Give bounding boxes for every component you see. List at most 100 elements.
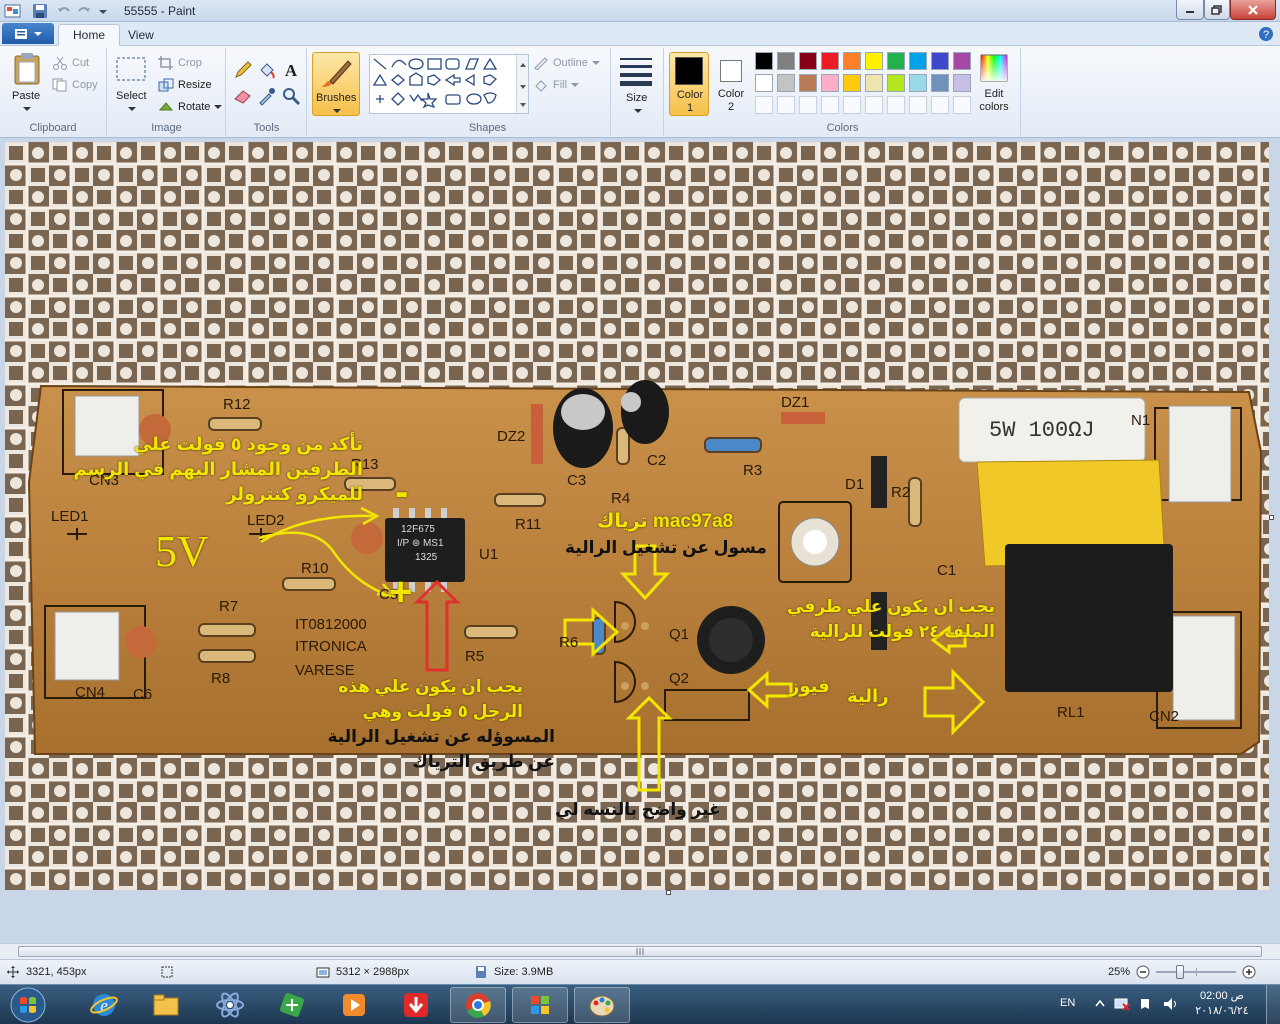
brushes-button[interactable]: Brushes — [312, 52, 360, 116]
palette-swatch[interactable] — [755, 52, 773, 70]
taskbar-app-8[interactable] — [512, 987, 568, 1023]
palette-swatch[interactable] — [843, 74, 861, 92]
custom-color-slot[interactable] — [909, 96, 927, 114]
redo-icon[interactable] — [76, 3, 92, 19]
canvas-resize-handle-right[interactable] — [1269, 515, 1274, 520]
file-size: Size: 3.9MB — [474, 965, 553, 979]
zoom-slider-thumb[interactable] — [1176, 965, 1185, 979]
custom-color-slot[interactable] — [755, 96, 773, 114]
resize-button[interactable]: Resize — [158, 78, 212, 92]
save-icon[interactable] — [32, 3, 48, 19]
shapes-gallery-scroll[interactable] — [516, 55, 528, 113]
tray-expand-icon[interactable] — [1094, 997, 1106, 1014]
volume-icon[interactable] — [1162, 997, 1180, 1014]
custom-color-slot[interactable] — [821, 96, 839, 114]
crop-button[interactable]: Crop — [158, 56, 202, 70]
image-group: Select Crop Resize Rotate Image — [108, 48, 226, 136]
undo-icon[interactable] — [56, 3, 72, 19]
zoom-in-icon[interactable] — [1242, 965, 1256, 979]
custom-color-slot[interactable] — [777, 96, 795, 114]
palette-swatch[interactable] — [931, 74, 949, 92]
taskbar-internet-explorer[interactable]: e — [76, 987, 132, 1023]
action-center-icon[interactable] — [1138, 997, 1154, 1014]
fill-tool-button[interactable] — [257, 60, 277, 83]
color1-button[interactable]: Color 1 — [669, 52, 709, 116]
clock-time: 02:00 ص — [1200, 990, 1244, 1002]
copy-button[interactable]: Copy — [52, 78, 98, 92]
color2-button[interactable]: Color 2 — [713, 52, 751, 116]
palette-swatch[interactable] — [909, 74, 927, 92]
palette-swatch[interactable] — [821, 74, 839, 92]
palette-swatch[interactable] — [953, 74, 971, 92]
scroll-thumb[interactable] — [18, 946, 1262, 957]
text-tool-button[interactable]: A — [281, 60, 301, 83]
drawing-canvas[interactable]: R12 CN3 R13 LED1 LED2 R10 C5 U1 R11 DZ2 … — [5, 142, 1269, 890]
palette-swatch[interactable] — [931, 52, 949, 70]
palette-swatch[interactable] — [865, 74, 883, 92]
paint-app-icon[interactable] — [4, 3, 21, 19]
custom-color-slot[interactable] — [953, 96, 971, 114]
palette-swatch[interactable] — [777, 74, 795, 92]
power-resistor-marking: 5W 100ΩJ — [989, 418, 1095, 443]
taskbar-app-4[interactable] — [264, 987, 320, 1023]
select-rectangle-icon — [116, 57, 146, 81]
palette-swatch[interactable] — [865, 52, 883, 70]
help-icon[interactable]: ? — [1258, 26, 1274, 45]
tab-view[interactable]: View — [114, 24, 168, 46]
rotate-button[interactable]: Rotate — [158, 100, 223, 114]
restore-button[interactable] — [1204, 0, 1230, 20]
palette-swatch[interactable] — [799, 74, 817, 92]
taskbar-downloader[interactable] — [388, 987, 444, 1023]
magnifier-tool-button[interactable] — [281, 86, 301, 109]
custom-color-slot[interactable] — [865, 96, 883, 114]
paste-icon — [14, 53, 40, 85]
shapes-gallery[interactable] — [369, 54, 529, 114]
palette-swatch[interactable] — [909, 52, 927, 70]
custom-color-slot[interactable] — [799, 96, 817, 114]
minimize-button[interactable] — [1176, 0, 1204, 20]
pencil-tool-button[interactable] — [233, 60, 253, 83]
taskbar-file-explorer[interactable] — [138, 987, 194, 1023]
pcb-label-cn4: CN4 — [75, 684, 106, 701]
input-language[interactable]: EN — [1060, 997, 1075, 1009]
taskbar-media-player[interactable] — [326, 987, 382, 1023]
palette-swatch[interactable] — [799, 52, 817, 70]
tab-home[interactable]: Home — [58, 24, 121, 46]
palette-swatch[interactable] — [843, 52, 861, 70]
size-button[interactable]: Size — [618, 54, 658, 116]
palette-swatch[interactable] — [821, 52, 839, 70]
color-wheel-icon — [980, 54, 1008, 82]
select-button[interactable]: Select — [114, 54, 150, 111]
restore-icon — [1211, 4, 1222, 15]
palette-swatch[interactable] — [887, 74, 905, 92]
taskbar-paint[interactable] — [574, 987, 630, 1023]
fill-button[interactable]: Fill — [533, 78, 580, 92]
zoom-slider[interactable] — [1156, 965, 1237, 979]
start-button[interactable] — [4, 985, 52, 1024]
cut-button[interactable]: Cut — [52, 56, 89, 70]
custom-color-slot[interactable] — [887, 96, 905, 114]
file-menu-button[interactable] — [2, 23, 54, 44]
palette-swatch[interactable] — [953, 52, 971, 70]
outline-button[interactable]: Outline — [533, 56, 600, 70]
taskbar-app-3[interactable] — [202, 987, 258, 1023]
custom-color-slot[interactable] — [931, 96, 949, 114]
customize-qat-icon[interactable] — [98, 3, 108, 19]
tray-clock[interactable]: 02:00 ص ٢٠١٨/٠٦/٢٤ — [1192, 989, 1252, 1019]
network-icon[interactable] — [1114, 997, 1130, 1014]
taskbar-chrome[interactable] — [450, 987, 506, 1023]
custom-color-slot[interactable] — [843, 96, 861, 114]
pcb-label-c2: C2 — [647, 452, 667, 469]
zoom-out-icon[interactable] — [1136, 965, 1150, 979]
color-picker-tool-button[interactable] — [257, 86, 277, 109]
edit-colors-button[interactable]: Edit colors — [973, 52, 1015, 116]
show-desktop-button[interactable] — [1266, 985, 1280, 1024]
paste-button[interactable]: Paste — [10, 52, 44, 111]
palette-swatch[interactable] — [777, 52, 795, 70]
palette-swatch[interactable] — [887, 52, 905, 70]
canvas-resize-handle-bottom[interactable] — [666, 890, 671, 895]
palette-swatch[interactable] — [755, 74, 773, 92]
horizontal-scrollbar[interactable] — [0, 943, 1280, 959]
close-button[interactable] — [1230, 0, 1276, 20]
eraser-tool-button[interactable] — [233, 86, 253, 109]
